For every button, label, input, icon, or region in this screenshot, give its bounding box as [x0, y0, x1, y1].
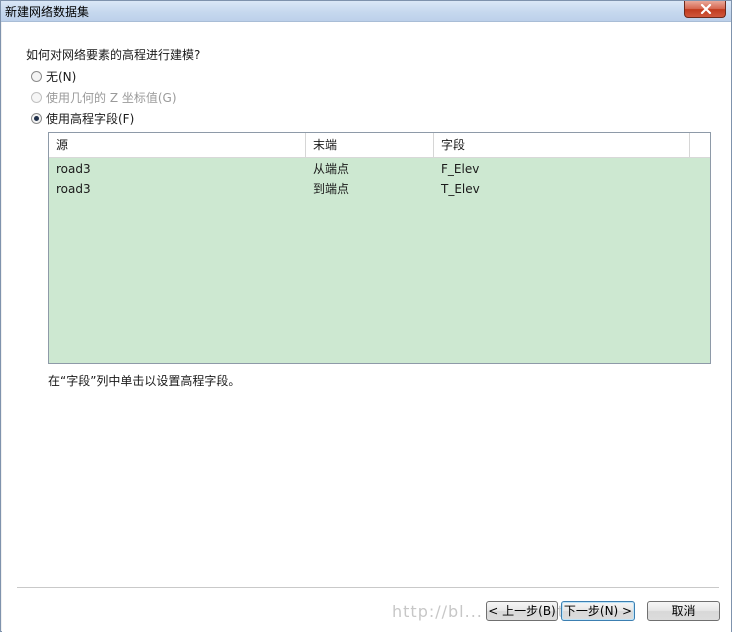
- elevation-fields-table[interactable]: 源 末端 字段 road3 从端点 F_Elev road3 到端点 T_Ele…: [48, 132, 711, 364]
- radio-geometry-z[interactable]: [31, 91, 42, 103]
- column-header-end[interactable]: 末端: [306, 133, 434, 157]
- elevation-question: 如何对网络要素的高程进行建模?: [26, 48, 201, 62]
- wizard-content: 如何对网络要素的高程进行建模? 无(N) 使用几何的 Z 坐标值(G) 使用高程…: [2, 22, 731, 632]
- radio-option-elevation-fields[interactable]: 使用高程字段(F): [31, 110, 134, 126]
- table-row[interactable]: road3 到端点 T_Elev: [49, 179, 710, 199]
- column-header-field[interactable]: 字段: [434, 133, 690, 157]
- column-header-source[interactable]: 源: [49, 133, 306, 157]
- cancel-button[interactable]: 取消: [647, 601, 720, 621]
- next-button[interactable]: 下一步(N) >: [561, 601, 635, 621]
- hint-text: 在“字段”列中单击以设置高程字段。: [48, 374, 241, 388]
- radio-none-label: 无(N): [46, 69, 77, 84]
- close-icon: [700, 4, 712, 14]
- radio-geometry-z-label: 使用几何的 Z 坐标值(G): [46, 90, 177, 105]
- window-title: 新建网络数据集: [5, 5, 90, 19]
- close-button[interactable]: [684, 1, 726, 18]
- cell-source: road3: [56, 162, 91, 176]
- table-row[interactable]: road3 从端点 F_Elev: [49, 159, 710, 179]
- radio-none[interactable]: [31, 70, 42, 82]
- radio-elevation-fields-label: 使用高程字段(F): [46, 111, 135, 126]
- cell-field[interactable]: T_Elev: [434, 179, 480, 199]
- table-header: 源 末端 字段: [49, 133, 710, 158]
- cell-source: road3: [56, 182, 91, 196]
- footer-divider: [17, 587, 719, 588]
- radio-option-geometry-z[interactable]: 使用几何的 Z 坐标值(G): [31, 89, 177, 105]
- cell-field[interactable]: F_Elev: [434, 159, 479, 179]
- radio-elevation-fields[interactable]: [31, 112, 42, 124]
- dialog-window: 新建网络数据集 如何对网络要素的高程进行建模? 无(N) 使用几何的 Z 坐标值…: [0, 0, 732, 632]
- cell-end: 从端点: [313, 162, 350, 176]
- radio-option-none[interactable]: 无(N): [31, 68, 76, 84]
- back-button[interactable]: < 上一步(B): [486, 601, 558, 621]
- title-bar[interactable]: 新建网络数据集: [1, 1, 731, 22]
- cell-end: 到端点: [313, 182, 350, 196]
